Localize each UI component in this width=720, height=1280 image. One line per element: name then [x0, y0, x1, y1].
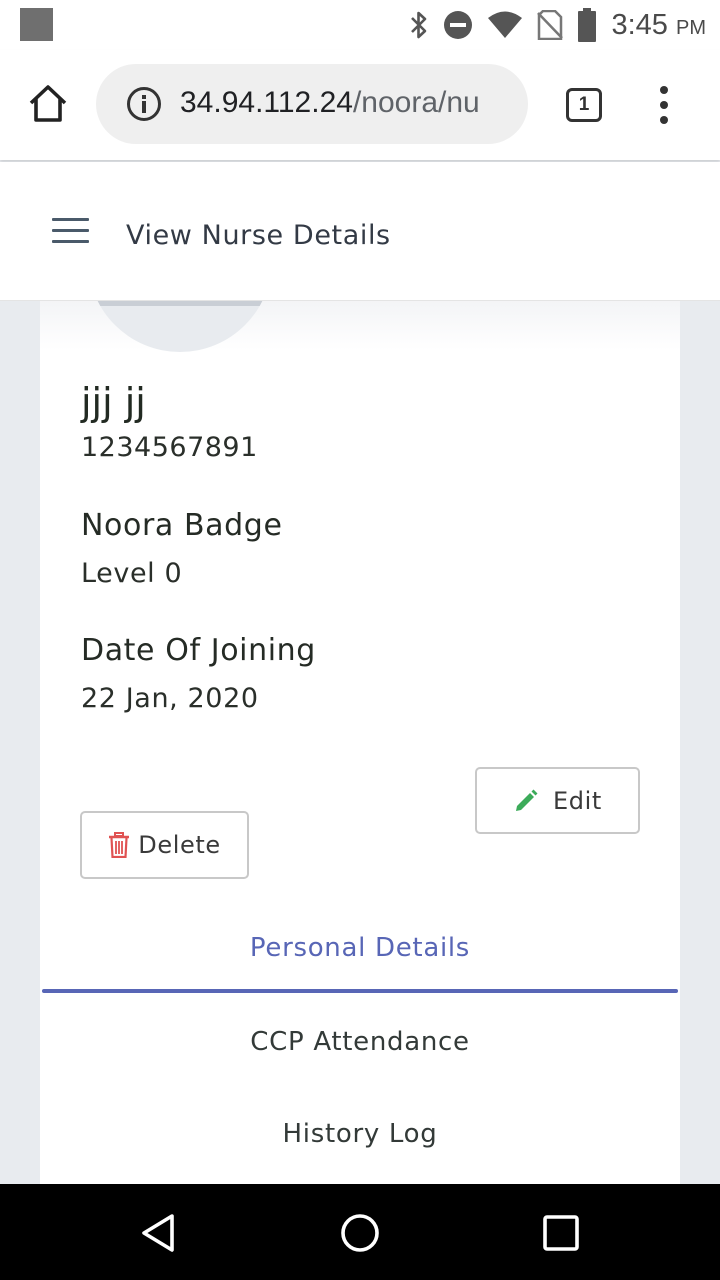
active-tab-indicator: [42, 989, 678, 993]
address-bar[interactable]: 34.94.112.24/noora/nu: [96, 64, 528, 144]
recents-icon[interactable]: [540, 1212, 582, 1254]
joining-value: 22 Jan, 2020: [81, 683, 259, 714]
status-bar: 3:45 PM: [0, 0, 720, 50]
trash-icon: [108, 832, 130, 858]
delete-button[interactable]: Delete: [80, 811, 249, 879]
browser-toolbar: 34.94.112.24/noora/nu 1: [0, 50, 720, 160]
nurse-phone: 1234567891: [81, 432, 258, 463]
tab-history-log[interactable]: History Log: [40, 1119, 680, 1149]
joining-label: Date Of Joining: [81, 633, 316, 668]
badge-value: Level 0: [81, 558, 183, 589]
url-host: 34.94.112.24: [180, 86, 353, 119]
no-sim-icon: [537, 10, 564, 40]
nurse-name: jjj jj: [81, 380, 146, 424]
url-path: /noora/nu: [352, 86, 480, 119]
edit-button[interactable]: Edit: [475, 767, 640, 834]
home-icon[interactable]: [26, 82, 70, 126]
tab-count: 1: [578, 94, 590, 115]
do-not-disturb-icon: [444, 11, 473, 39]
info-icon[interactable]: [126, 86, 162, 122]
edit-label: Edit: [553, 786, 602, 815]
pencil-icon: [513, 788, 539, 814]
clock-ampm: PM: [676, 16, 706, 39]
more-vert-icon[interactable]: [656, 85, 672, 125]
clock-time: 3:45: [611, 8, 668, 41]
wifi-icon: [488, 11, 523, 38]
back-icon[interactable]: [138, 1212, 180, 1254]
page-title: View Nurse Details: [126, 220, 391, 251]
app-header: View Nurse Details: [0, 162, 720, 301]
home-nav-icon[interactable]: [339, 1212, 381, 1254]
tab-personal-details[interactable]: Personal Details: [40, 933, 680, 963]
nurse-details-card: jjj jj 1234567891 Noora Badge Level 0 Da…: [40, 300, 680, 1184]
clock: 3:45 PM: [611, 9, 706, 42]
navigation-bar: [0, 1184, 720, 1280]
tab-switcher-button[interactable]: 1: [566, 88, 602, 122]
tab-ccp-attendance[interactable]: CCP Attendance: [40, 1027, 680, 1057]
bluetooth-icon: [411, 11, 427, 39]
badge-label: Noora Badge: [81, 508, 283, 543]
notification-square-icon: [20, 8, 53, 41]
status-icons: 3:45 PM: [409, 6, 706, 44]
delete-label: Delete: [138, 831, 221, 859]
battery-icon: [578, 8, 597, 42]
menu-icon[interactable]: [52, 218, 89, 244]
url-text[interactable]: 34.94.112.24/noora/nu: [180, 86, 510, 120]
